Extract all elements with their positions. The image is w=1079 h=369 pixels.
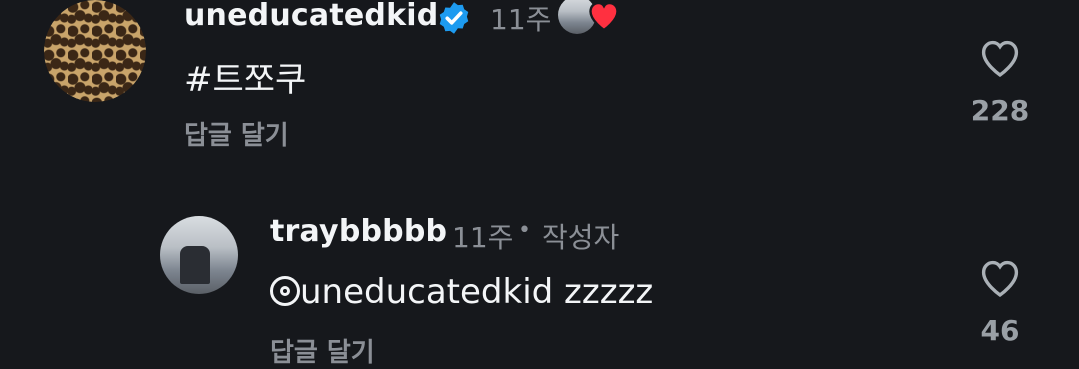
threads-mention-icon — [270, 276, 300, 306]
heart-outline-icon — [981, 40, 1019, 78]
heart-outline-icon — [981, 260, 1019, 298]
comment-time: 11주 — [452, 221, 514, 254]
comment-text-row: uneducatedkid zzzzz — [270, 272, 653, 312]
author-badge: 작성자 — [542, 221, 620, 254]
comment-text: zzzzz — [564, 272, 654, 312]
comment-username[interactable]: uneducatedkid — [184, 0, 438, 33]
comment-text: #트쪼쿠 — [184, 60, 307, 100]
avatar[interactable] — [160, 216, 238, 294]
avatar[interactable] — [44, 0, 146, 102]
avatar-person — [180, 246, 210, 284]
mention-link[interactable]: uneducatedkid — [300, 272, 553, 312]
author-liked-indicator — [556, 0, 626, 38]
like-button[interactable] — [976, 35, 1024, 79]
like-count: 46 — [980, 314, 1020, 347]
comment-time: 11주 — [490, 3, 552, 36]
like-count: 228 — [970, 94, 1030, 127]
reply-button[interactable]: 답글 달기 — [270, 332, 375, 369]
heart-filled-icon — [589, 1, 619, 32]
verified-badge-icon — [439, 2, 469, 34]
reply-button[interactable]: 답글 달기 — [184, 115, 289, 152]
like-button[interactable] — [976, 255, 1024, 299]
meta-separator: • — [518, 218, 531, 243]
comment-username[interactable]: traybbbbb — [270, 214, 447, 249]
